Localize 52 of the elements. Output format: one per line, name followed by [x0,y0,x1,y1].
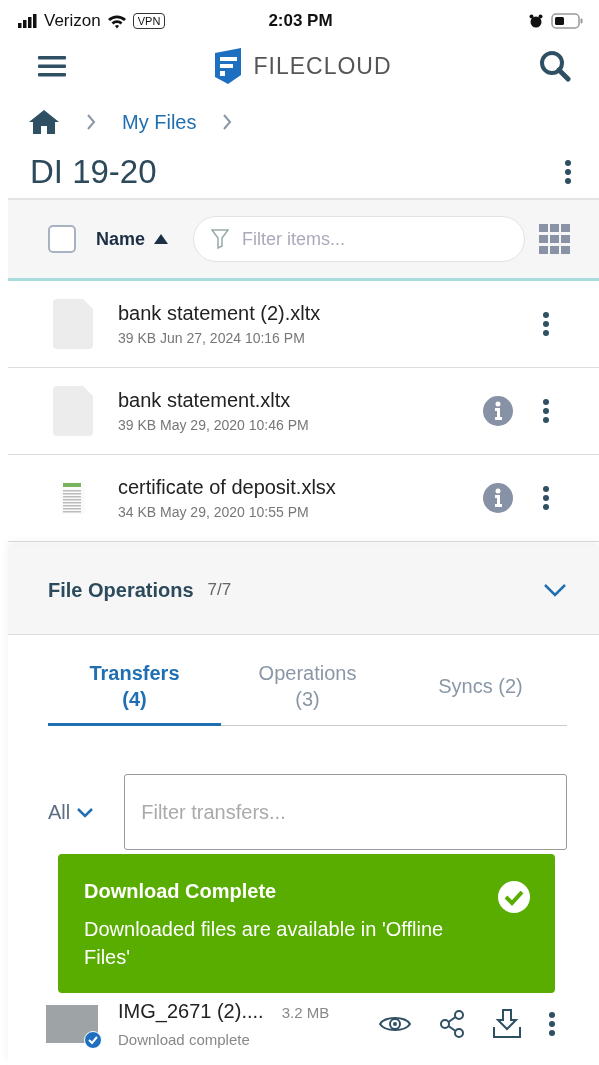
filter-items-field[interactable]: Filter items... [193,216,525,262]
type-filter-dropdown[interactable]: All [48,800,95,824]
battery-icon [551,13,583,29]
chevron-icon[interactable] [543,583,567,597]
filter-icon [211,229,230,249]
signal-icon [18,14,38,28]
file-meta: 39 KB Jun 27, 2024 10:16 PM [118,330,306,346]
logo-text: FILECLOUD [253,52,392,80]
logo-shield-icon [213,47,244,85]
file-name[interactable]: bank statement.xltx [118,389,459,412]
chevron-right-icon [86,113,96,131]
menu-icon[interactable] [38,55,66,77]
info-icon[interactable] [483,483,513,513]
more-options-icon[interactable] [543,399,549,423]
check-circle-icon [497,880,531,914]
panel-title: File Operations [48,578,194,602]
toast-title: Download Complete [84,880,278,903]
alarm-clock-icon [529,14,543,28]
file-meta: 34 KB May 29, 2020 10:55 PM [118,504,310,520]
file-size: 3.2 MB [281,1004,330,1021]
carrier-name: Verizon [44,11,101,31]
file-meta: 39 KB May 29, 2020 10:46 PM [118,417,310,433]
download-icon[interactable] [493,1009,521,1039]
transfer-status: Download complete [118,1031,251,1048]
chevron-down-icon [76,806,95,818]
more-options-icon[interactable] [549,1012,555,1036]
toast-message: Downloaded files are available in 'Offline Files' [84,917,444,970]
grid-view-icon[interactable] [539,224,571,254]
tab[interactable]: Syncs (2) [394,649,567,726]
more-options-icon[interactable] [543,312,549,336]
file-name[interactable]: bank statement (2).xltx [118,302,519,325]
file-name[interactable]: certificate of deposit.xlsx [118,476,459,499]
tab[interactable]: Transfers (4) [48,649,221,726]
vpn-badge: VPN [132,13,166,29]
operations-count: 7/7 [207,580,233,600]
transfer-file-name: IMG_2671 (2).... [118,1000,264,1023]
filter-transfers-field[interactable]: Filter transfers... [124,774,567,850]
breadcrumb-link[interactable]: My Files [122,110,197,134]
folder-title: DI 19-20 [30,153,157,191]
more-options-icon[interactable] [543,486,549,510]
tab[interactable]: Operations (3) [221,649,394,726]
share-icon[interactable] [439,1010,465,1038]
photo-placeholder [46,1005,98,1043]
status-time: 2:03 PM [268,11,333,31]
wifi-icon [106,13,127,29]
sort-name-button[interactable]: Name [90,228,180,250]
chevron-right-icon [222,113,233,131]
select-all-checkbox[interactable] [48,225,76,253]
more-options-icon[interactable] [565,160,571,184]
info-icon[interactable] [483,396,513,426]
home-icon[interactable] [28,109,60,135]
search-icon[interactable] [539,50,571,82]
